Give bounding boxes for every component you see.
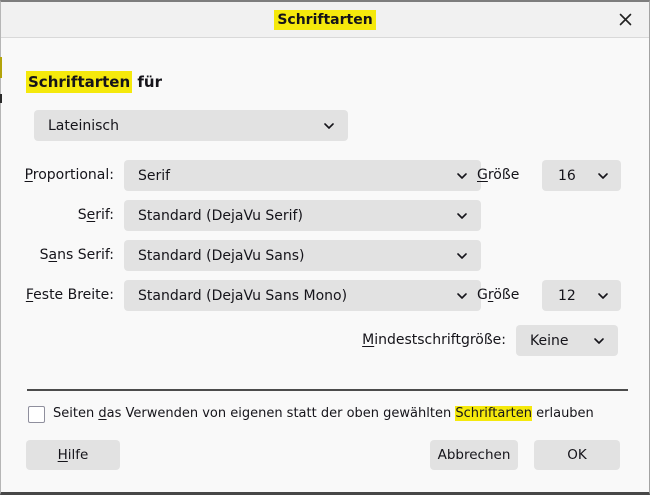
sans-serif-font-select[interactable]: Standard (DejaVu Sans) (124, 240, 481, 271)
sans-serif-label: Sans Serif: (1, 240, 114, 271)
chevron-down-icon (456, 172, 468, 180)
allow-pages-checkbox-label[interactable]: Seiten das Verwenden von eigenen statt d… (53, 404, 594, 423)
min-font-size-label: Mindestschriftgröße: (1, 325, 506, 356)
monospace-label: Feste Breite: (1, 280, 114, 311)
script-select[interactable]: Lateinisch (34, 110, 348, 141)
chevron-down-icon (456, 252, 468, 260)
proportional-size-label: Größe (477, 160, 531, 191)
chevron-down-icon (593, 337, 605, 345)
chevron-down-icon (456, 212, 468, 220)
close-icon (619, 13, 632, 29)
proportional-font-value: Serif (138, 168, 170, 184)
close-button[interactable] (615, 11, 635, 31)
fonts-dialog: Schriftarten Schriftarten für Lateinisch… (0, 0, 650, 495)
monospace-size-label: Größe (477, 280, 531, 311)
monospace-size-value: 12 (558, 288, 576, 304)
sans-serif-font-value: Standard (DejaVu Sans) (138, 248, 305, 264)
min-font-size-value: Keine (530, 333, 568, 349)
dialog-title: Schriftarten (274, 10, 375, 30)
serif-font-select[interactable]: Standard (DejaVu Serif) (124, 200, 481, 231)
proportional-size-select[interactable]: 16 (542, 160, 621, 191)
serif-label: Serif: (1, 200, 114, 231)
monospace-font-value: Standard (DejaVu Sans Mono) (138, 288, 347, 304)
fonts-for-heading: Schriftarten für (26, 73, 162, 91)
page-behind-text-sliver (0, 94, 2, 103)
chevron-down-icon (597, 172, 609, 180)
proportional-size-value: 16 (558, 168, 576, 184)
chevron-down-icon (456, 292, 468, 300)
monospace-size-select[interactable]: 12 (542, 280, 621, 311)
proportional-label: Proportional: (1, 160, 114, 191)
allow-pages-checkbox[interactable] (28, 406, 45, 423)
chevron-down-icon (597, 292, 609, 300)
section-divider (27, 389, 628, 391)
script-select-value: Lateinisch (48, 118, 119, 134)
cancel-button[interactable]: Abbrechen (430, 440, 518, 470)
monospace-font-select[interactable]: Standard (DejaVu Sans Mono) (124, 280, 481, 311)
help-button[interactable]: Hilfe (26, 440, 120, 470)
chevron-down-icon (323, 122, 335, 130)
proportional-font-select[interactable]: Serif (124, 160, 481, 191)
serif-font-value: Standard (DejaVu Serif) (138, 208, 303, 224)
ok-button[interactable]: OK (534, 440, 620, 470)
page-behind-highlight-sliver (0, 57, 2, 78)
min-font-size-select[interactable]: Keine (516, 325, 618, 356)
title-bar: Schriftarten (1, 2, 649, 38)
